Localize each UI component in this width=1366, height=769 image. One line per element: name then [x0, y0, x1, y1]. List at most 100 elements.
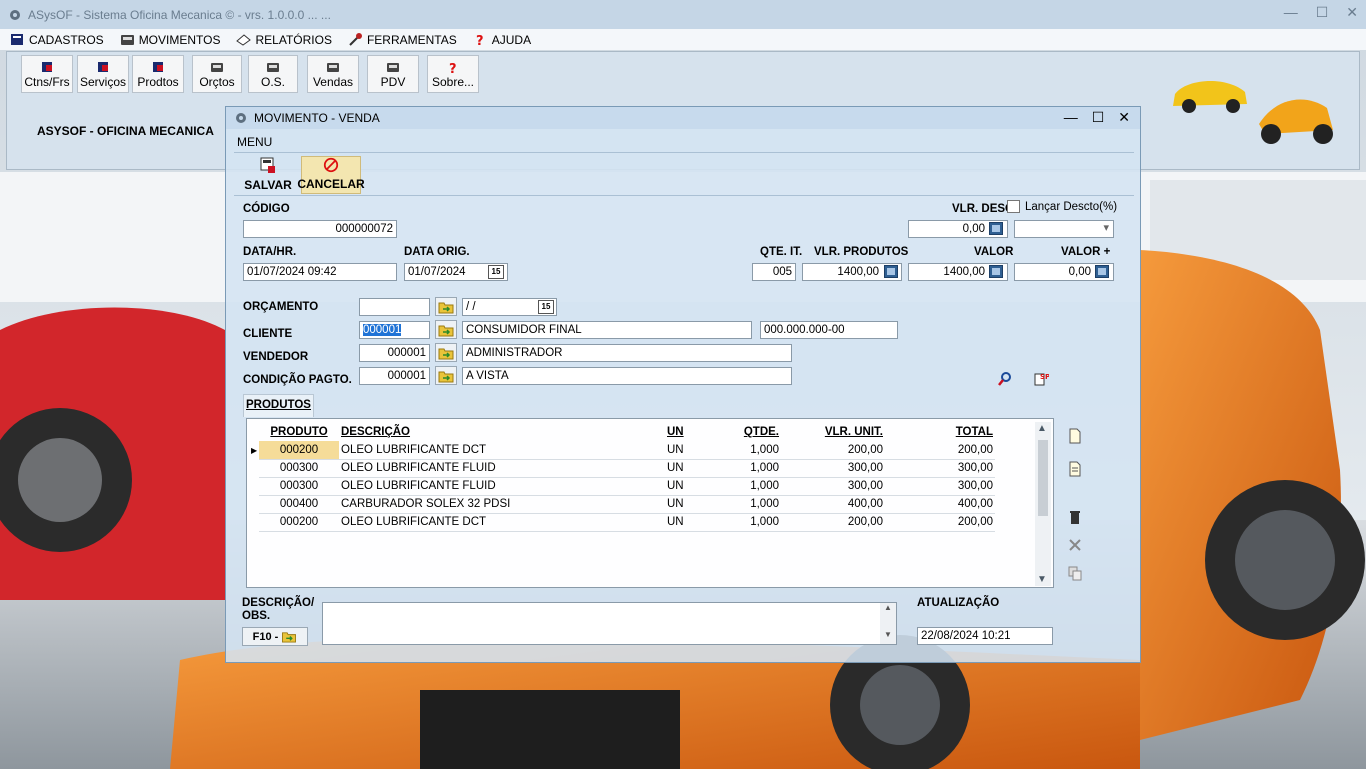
folder-icon [438, 325, 454, 336]
close-button[interactable]: ✕ [1346, 4, 1358, 21]
sp-report-icon[interactable]: SP [1033, 371, 1049, 387]
toolbar-sobre[interactable]: ? Sobre... [427, 55, 479, 93]
company-name: ASYSOF - OFICINA MECANICA [37, 124, 214, 138]
toolbar-pdv[interactable]: PDV [367, 55, 419, 93]
menu-relatorios[interactable]: RELATÓRIOS [236, 32, 332, 47]
copy-icon[interactable] [1067, 565, 1083, 581]
tab-produtos[interactable]: PRODUTOS [243, 394, 314, 417]
condicao-code-field[interactable]: 000001 [359, 367, 430, 385]
table-row[interactable]: 000300 OLEO LUBRIFICANTE FLUID UN 1,000 … [259, 477, 995, 496]
codigo-label: CÓDIGO [243, 203, 290, 215]
lancar-desc-checkbox[interactable] [1007, 200, 1020, 213]
data-hr-field[interactable]: 01/07/2024 09:42 [243, 263, 397, 281]
calculator-icon[interactable] [989, 222, 1003, 235]
col-total[interactable]: TOTAL [885, 423, 995, 441]
observacoes-textarea[interactable]: ▲ ▼ [322, 602, 897, 645]
data-hr-label: DATA/HR. [243, 246, 297, 258]
vendedor-search-button[interactable] [435, 343, 457, 362]
save-icon [260, 157, 275, 173]
vendedor-name-field[interactable]: ADMINISTRADOR [462, 344, 792, 362]
col-vlr-unit[interactable]: VLR. UNIT. [781, 423, 885, 441]
calculator-icon[interactable] [989, 265, 1003, 278]
current-row-marker: ▶ [251, 446, 258, 455]
cancel-icon [323, 157, 339, 173]
folder-icon [438, 302, 454, 313]
scroll-up-icon[interactable]: ▲ [1037, 423, 1047, 434]
magnifier-icon[interactable] [997, 371, 1013, 387]
services-icon [98, 61, 108, 72]
data-orig-label: DATA ORIG. [404, 246, 470, 258]
toolbar-vendas[interactable]: Vendas [307, 55, 359, 93]
col-qtde[interactable]: QTDE. [725, 423, 781, 441]
orcamento-field[interactable] [359, 298, 430, 316]
toolbar-servicos[interactable]: Serviços [77, 55, 129, 93]
qte-it-label: QTE. IT. [760, 246, 803, 258]
table-row[interactable]: 000400 CARBURADOR SOLEX 32 PDSI UN 1,000… [259, 495, 995, 514]
toolbar-prodtos[interactable]: Prodtos [132, 55, 184, 93]
clients-icon [42, 61, 52, 72]
new-item-icon[interactable] [1067, 428, 1083, 444]
menu-movimentos[interactable]: MOVIMENTOS [120, 32, 220, 47]
obs-scrollbar[interactable]: ▲ ▼ [880, 603, 896, 644]
logo-car-moto [1173, 80, 1333, 144]
col-descricao[interactable]: DESCRIÇÃO [339, 423, 665, 441]
condicao-search-button[interactable] [435, 366, 457, 385]
dialog-minimize-button[interactable]: — [1064, 109, 1078, 126]
calendar-icon[interactable]: 15 [488, 265, 504, 279]
col-produto[interactable]: PRODUTO [259, 423, 339, 441]
table-row[interactable]: 000200 OLEO LUBRIFICANTE DCT UN 1,000 20… [259, 441, 995, 460]
cliente-doc-field[interactable]: 000.000.000-00 [760, 321, 898, 339]
table-row[interactable]: 000200 OLEO LUBRIFICANTE DCT UN 1,000 20… [259, 513, 995, 532]
trash-icon[interactable] [1067, 509, 1083, 525]
maximize-button[interactable]: ☐ [1316, 4, 1329, 21]
condicao-name-field[interactable]: A VISTA [462, 367, 792, 385]
atualizacao-label: ATUALIZAÇÃO [917, 597, 1000, 609]
codigo-field[interactable]: 000000072 [243, 220, 397, 238]
desc-percent-dropdown[interactable] [1014, 220, 1114, 238]
svg-text:SP: SP [1040, 373, 1049, 381]
produtos-grid: ▶ PRODUTO DESCRIÇÃO UN QTDE. VLR. UNIT. … [246, 418, 1054, 588]
dialog-menu[interactable]: MENU [237, 135, 272, 149]
atualizacao-field[interactable]: 22/08/2024 10:21 [917, 627, 1053, 645]
calendar-icon[interactable]: 15 [538, 300, 554, 314]
service-order-icon [267, 62, 279, 72]
cut-icon[interactable] [1067, 537, 1083, 553]
vendedor-code-field[interactable]: 000001 [359, 344, 430, 362]
help-icon: ? [476, 34, 484, 47]
menu-ajuda[interactable]: ? AJUDA [473, 32, 531, 48]
toolbar-os[interactable]: O.S. [248, 55, 298, 93]
cliente-search-button[interactable] [435, 320, 457, 339]
scroll-thumb[interactable] [1038, 440, 1048, 516]
scroll-down-icon[interactable]: ▼ [1037, 574, 1047, 585]
menu-cadastros[interactable]: CADASTROS [10, 32, 104, 47]
menu-ferramentas[interactable]: FERRAMENTAS [348, 32, 457, 47]
folder-icon [438, 371, 454, 382]
save-button[interactable]: SALVAR [238, 156, 298, 194]
grid-scrollbar[interactable]: ▲ ▼ [1035, 422, 1051, 586]
table-row[interactable]: 000300 OLEO LUBRIFICANTE FLUID UN 1,000 … [259, 459, 995, 478]
toolbar-ctns-frs[interactable]: Ctns/Frs [21, 55, 73, 93]
f10-button[interactable]: F10 - [242, 627, 308, 646]
sales-icon [327, 62, 339, 72]
edit-item-icon[interactable] [1067, 461, 1083, 477]
cancel-button[interactable]: CANCELAR [297, 156, 365, 194]
calculator-icon[interactable] [1095, 265, 1109, 278]
movimentos-icon [120, 35, 134, 45]
toolbar-orctos[interactable]: Orçtos [192, 55, 242, 93]
budget-icon [211, 62, 223, 72]
dialog-maximize-button[interactable]: ☐ [1092, 109, 1105, 126]
calculator-icon[interactable] [884, 265, 898, 278]
orcamento-search-button[interactable] [435, 297, 457, 316]
products-icon [153, 61, 163, 72]
dialog-title: MOVIMENTO - VENDA [254, 111, 380, 125]
col-un[interactable]: UN [665, 423, 725, 441]
cliente-code-field[interactable]: 000001 [359, 321, 430, 339]
orcamento-label: ORÇAMENTO [243, 301, 319, 313]
condicao-pagto-label: CONDIÇÃO PAGTO. [243, 374, 352, 386]
minimize-button[interactable]: — [1284, 4, 1298, 21]
qte-it-field[interactable]: 005 [752, 263, 796, 281]
cliente-name-field[interactable]: CONSUMIDOR FINAL [462, 321, 752, 339]
folder-icon [438, 348, 454, 359]
svg-text:?: ? [449, 62, 457, 74]
dialog-close-button[interactable]: ✕ [1118, 109, 1130, 126]
